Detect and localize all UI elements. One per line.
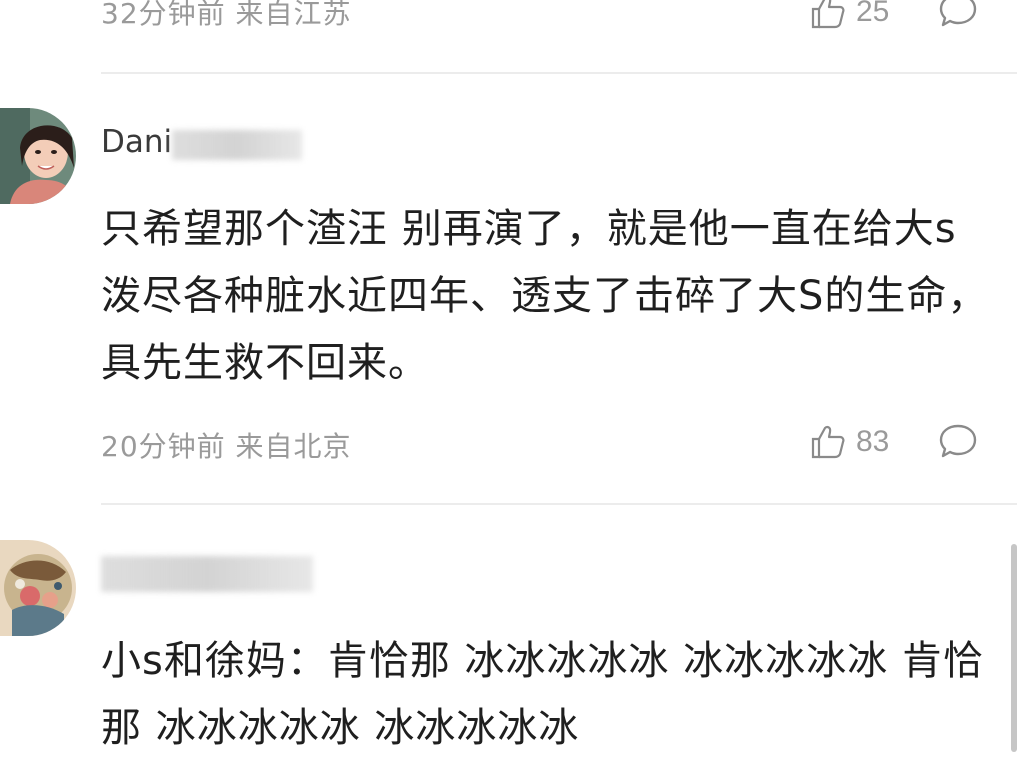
username-blur-mask xyxy=(172,130,302,160)
username[interactable]: Dani xyxy=(101,124,172,160)
comment-body: 小s和徐妈：肯恰那 冰冰冰冰冰 冰冰冰冰冰 肯恰那 冰冰冰冰冰 冰冰冰冰冰 xyxy=(101,638,984,751)
like-count: 25 xyxy=(856,0,890,28)
comment-meta: 32分钟前 来自江苏 xyxy=(101,0,352,30)
comment-bubble-icon[interactable] xyxy=(938,423,978,461)
avatar[interactable] xyxy=(0,108,76,204)
thumbs-up-icon xyxy=(811,0,845,29)
like-button[interactable]: 25 xyxy=(810,0,889,30)
comment-footer: 32分钟前 来自江苏 25 xyxy=(0,0,1017,40)
comment-meta: 20分钟前 来自北京 xyxy=(101,430,352,463)
scrollbar[interactable] xyxy=(1011,544,1017,752)
comment-divider xyxy=(101,72,1017,74)
thumbs-up-icon xyxy=(811,425,845,459)
like-button[interactable]: 83 xyxy=(810,424,889,460)
username-blur-mask xyxy=(101,556,313,592)
comment-bubble-icon[interactable] xyxy=(938,0,978,30)
avatar[interactable] xyxy=(0,540,76,636)
comment-body: 只希望那个渣汪 别再演了，就是他一直在给大s泼尽各种脏水近四年、透支了击碎了大S… xyxy=(101,206,989,386)
comment-divider xyxy=(101,503,1017,505)
like-count: 83 xyxy=(856,425,890,458)
